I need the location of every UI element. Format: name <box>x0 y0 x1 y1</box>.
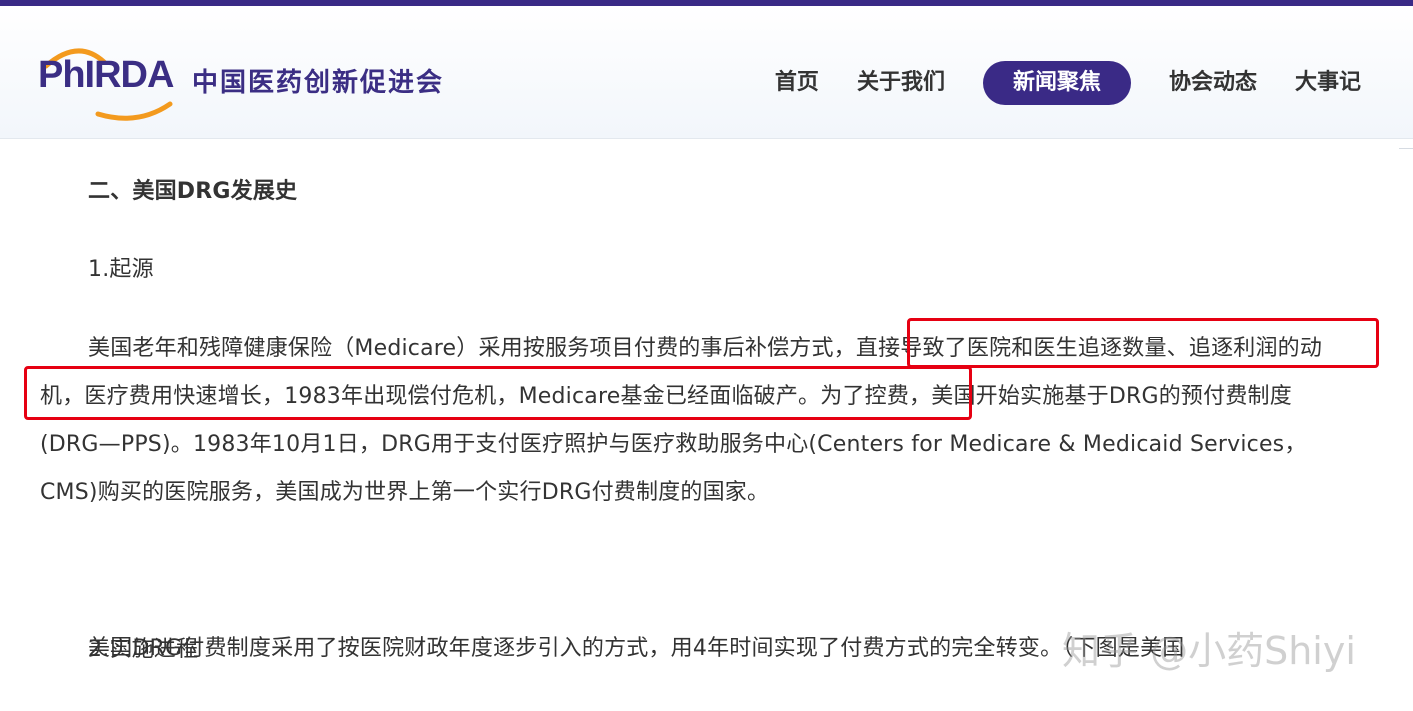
zhihu-watermark: 知乎 @小药Shiyi <box>1062 629 1356 673</box>
phirda-logo[interactable]: PhIRDA <box>38 44 188 122</box>
main-nav: 首页 关于我们 新闻聚焦 协会动态 大事记 <box>737 61 1361 105</box>
logo-text: PhIRDA <box>38 54 174 96</box>
highlight-box-top <box>907 318 1379 368</box>
nav-news-focus[interactable]: 新闻聚焦 <box>982 61 1131 105</box>
subheading-origin: 1.起源 <box>88 257 154 282</box>
nav-home[interactable]: 首页 <box>775 61 819 105</box>
org-name: 中国医药创新促进会 <box>192 68 445 98</box>
nav-milestones[interactable]: 大事记 <box>1295 61 1361 105</box>
site-header: PhIRDA 中国医药创新促进会 首页 关于我们 新闻聚焦 协会动态 大事记 <box>0 6 1413 139</box>
nav-association-news[interactable]: 协会动态 <box>1169 61 1257 105</box>
section-title: 二、美国DRG发展史 <box>88 179 298 204</box>
nav-about-us[interactable]: 关于我们 <box>857 61 945 105</box>
highlight-box-bottom <box>24 366 972 420</box>
